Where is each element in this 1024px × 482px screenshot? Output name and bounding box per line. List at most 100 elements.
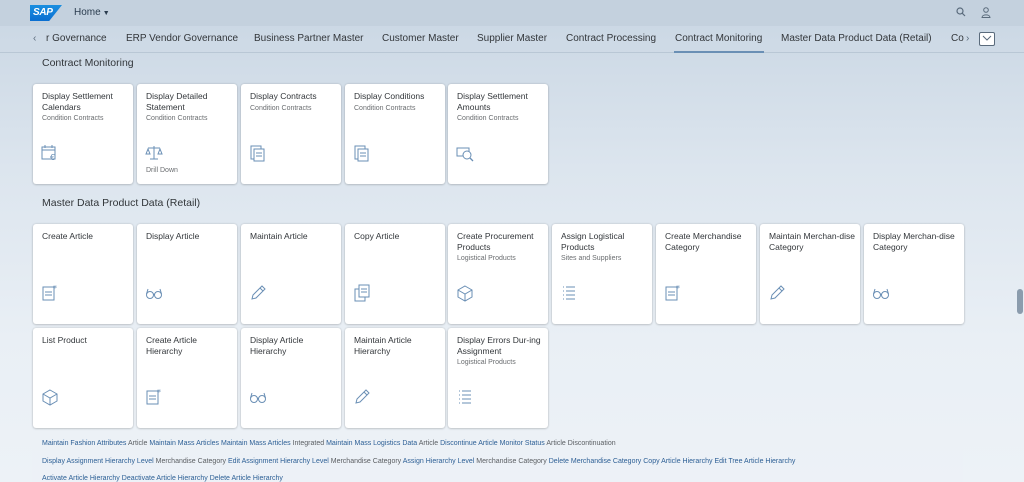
link-delete-article-hierarchy[interactable]: Delete Article Hierarchy (210, 475, 283, 482)
link-row: Activate Article Hierarchy Deactivate Ar… (42, 475, 283, 482)
glasses-icon (146, 288, 162, 299)
link-deactivate-article-hierarchy[interactable]: Deactivate Article Hierarchy (122, 475, 208, 482)
tile-display-contracts[interactable]: Display Contracts Condition Contracts (241, 84, 341, 184)
scroll-left-icon[interactable]: ‹ (33, 33, 36, 44)
tile-create-merchandise-category[interactable]: Create Merchandise Category * (656, 224, 756, 324)
tab-master-data-product-data[interactable]: Master Data Product Data (Retail) (781, 33, 932, 44)
tile-display-article[interactable]: Display Article (137, 224, 237, 324)
tile-display-merchandise-category[interactable]: Display Merchan-dise Category (864, 224, 964, 324)
link-edit-assignment-hierarchy-level[interactable]: Edit Assignment Hierarchy Level (228, 458, 329, 465)
link-row: Display Assignment Hierarchy Level Merch… (42, 458, 795, 465)
tile-display-article-hierarchy[interactable]: Display Article Hierarchy (241, 328, 341, 428)
tile-display-conditions[interactable]: Display Conditions Condition Contracts (345, 84, 445, 184)
home-menu-button[interactable]: Home ▼ (74, 7, 110, 18)
tile-create-procurement-products[interactable]: Create Procurement Products Logistical P… (448, 224, 548, 324)
tile-display-settlement-amounts[interactable]: Display Settlement Amounts Condition Con… (448, 84, 548, 184)
tab-contract-monitoring[interactable]: Contract Monitoring (675, 33, 762, 44)
product-icon (457, 285, 473, 302)
link-monitor-status[interactable]: Monitor Status (500, 440, 545, 447)
group-title-contract-monitoring: Contract Monitoring (42, 57, 134, 69)
tile-maintain-article[interactable]: Maintain Article (241, 224, 341, 324)
tile-title: Create Merchandise Category (665, 231, 742, 252)
tab-contract-processing[interactable]: Contract Processing (566, 33, 656, 44)
link-discontinue-article[interactable]: Discontinue Article (440, 440, 498, 447)
scrollbar-thumb[interactable] (1017, 289, 1023, 314)
tile-display-detailed-statement[interactable]: Display Detailed Statement Condition Con… (137, 84, 237, 184)
link-delete-merchandise-category[interactable]: Delete Merchandise Category (549, 458, 642, 465)
copy-icon (354, 284, 370, 302)
link-subtitle: Merchandise Category (155, 458, 227, 465)
tile-list-product[interactable]: List Product (33, 328, 133, 428)
pencil-icon (770, 285, 785, 300)
tile-copy-article[interactable]: Copy Article (345, 224, 445, 324)
documents-icon (354, 145, 369, 162)
link-maintain-mass-articles[interactable]: Maintain Mass Articles (149, 440, 219, 447)
active-tab-indicator (674, 51, 764, 53)
link-subtitle: Article (128, 440, 148, 447)
link-display-assignment-hierarchy-level[interactable]: Display Assignment Hierarchy Level (42, 458, 154, 465)
create-document-icon: * (42, 284, 57, 301)
anchor-tab-bar: ‹ r Governance ERP Vendor Governance Bus… (0, 26, 1024, 53)
pencil-icon (251, 285, 266, 300)
tile-title: Display Article Hierarchy (250, 335, 304, 356)
tab-overflow-partial[interactable]: Co (951, 33, 964, 44)
tile-title: Create Article Hierarchy (146, 335, 198, 356)
link-activate-article-hierarchy[interactable]: Activate Article Hierarchy (42, 475, 120, 482)
tile-display-errors-during-assignment[interactable]: Display Errors Dur-ing Assignment Logist… (448, 328, 548, 428)
search-icon[interactable] (956, 7, 966, 20)
tile-create-article[interactable]: Create Article * (33, 224, 133, 324)
tile-maintain-article-hierarchy[interactable]: Maintain Article Hierarchy (345, 328, 445, 428)
list-icon (459, 390, 471, 404)
link-subtitle: Integrated (292, 440, 325, 447)
svg-text:€: € (50, 153, 55, 162)
link-subtitle: Article Discontinuation (546, 440, 616, 447)
tab-erp-vendor-governance[interactable]: ERP Vendor Governance (126, 33, 238, 44)
home-label: Home (74, 7, 101, 18)
tab-governance[interactable]: r Governance (46, 33, 107, 44)
calendar-euro-icon: € (41, 145, 56, 162)
link-subtitle: Merchandise Category (476, 458, 547, 465)
tile-title: Maintain Article Hierarchy (354, 335, 412, 356)
tile-title: Display Contracts (250, 91, 317, 101)
link-maintain-fashion-attributes[interactable]: Maintain Fashion Attributes (42, 440, 126, 447)
link-list-panel: Maintain Fashion Attributes Article Main… (32, 432, 963, 482)
svg-text:*: * (676, 284, 680, 293)
product-icon (42, 389, 58, 406)
tile-subtitle: Logistical Products (457, 255, 516, 262)
scrollbar-track[interactable] (1016, 53, 1024, 482)
tile-display-settlement-calendars[interactable]: Display Settlement Calendars Condition C… (33, 84, 133, 184)
tile-create-article-hierarchy[interactable]: Create Article Hierarchy * (137, 328, 237, 428)
tile-title: Maintain Merchan-dise Category (769, 231, 855, 252)
link-edit-tree-article-hierarchy[interactable]: Edit Tree Article Hierarchy (714, 458, 795, 465)
tile-assign-logistical-products[interactable]: Assign Logistical Products Sites and Sup… (552, 224, 652, 324)
tile-title: Display Settlement Amounts (457, 91, 528, 112)
tile-title: Create Article (42, 231, 94, 241)
tile-footer: Drill Down (146, 167, 178, 174)
glasses-icon (250, 392, 266, 403)
link-maintain-mass-logistics-data[interactable]: Maintain Mass Logistics Data (326, 440, 417, 447)
link-assign-hierarchy-level[interactable]: Assign Hierarchy Level (403, 458, 475, 465)
caret-down-icon: ▼ (102, 10, 110, 17)
tab-overflow-button[interactable] (979, 32, 995, 46)
tile-maintain-merchandise-category[interactable]: Maintain Merchan-dise Category (760, 224, 860, 324)
svg-text:*: * (53, 284, 57, 293)
svg-text:*: * (157, 388, 161, 397)
tab-customer-master[interactable]: Customer Master (382, 33, 459, 44)
tile-subtitle: Condition Contracts (146, 115, 208, 122)
create-document-icon: * (146, 388, 161, 405)
tile-title: List Product (42, 335, 87, 345)
link-maintain-mass-articles-integrated[interactable]: Maintain Mass Articles (221, 440, 291, 447)
list-icon (563, 286, 575, 300)
link-copy-article-hierarchy[interactable]: Copy Article Hierarchy (643, 458, 712, 465)
tab-business-partner-master[interactable]: Business Partner Master (254, 33, 364, 44)
sap-logo[interactable]: SAP (30, 5, 62, 21)
tile-title: Display Merchan-dise Category (873, 231, 955, 252)
tile-subtitle: Condition Contracts (354, 105, 416, 112)
shell-bar: SAP Home ▼ (0, 0, 1024, 26)
tile-title: Assign Logistical Products (561, 231, 625, 252)
group-title-master-data-product: Master Data Product Data (Retail) (42, 197, 201, 209)
tab-supplier-master[interactable]: Supplier Master (477, 33, 547, 44)
user-icon[interactable] (981, 7, 991, 21)
scroll-right-icon[interactable]: › (966, 33, 969, 44)
tile-title: Maintain Article (250, 231, 308, 241)
